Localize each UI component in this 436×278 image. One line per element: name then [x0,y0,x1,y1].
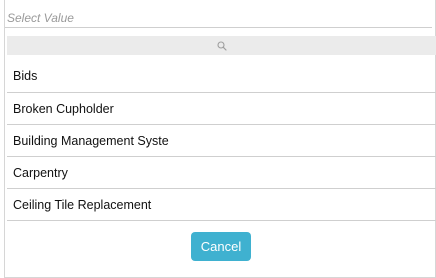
search-icon [217,40,227,51]
list-item-building-management[interactable]: Building Management Syste [7,125,436,157]
cancel-button[interactable]: Cancel [191,232,251,261]
actions-bar: Cancel [5,232,436,261]
list-item-broken-cupholder[interactable]: Broken Cupholder [7,93,436,125]
list-item-bids[interactable]: Bids [7,60,436,93]
select-value-field[interactable]: Select Value [5,8,432,28]
select-value-placeholder: Select Value [7,11,74,25]
list-item-carpentry[interactable]: Carpentry [7,157,436,189]
search-bar[interactable] [7,36,436,55]
picker-panel: Select Value Bids Broken Cupholder Build… [4,0,436,278]
options-list: Bids Broken Cupholder Building Managemen… [7,60,436,221]
list-item-ceiling-tile-replacement[interactable]: Ceiling Tile Replacement [7,189,436,221]
